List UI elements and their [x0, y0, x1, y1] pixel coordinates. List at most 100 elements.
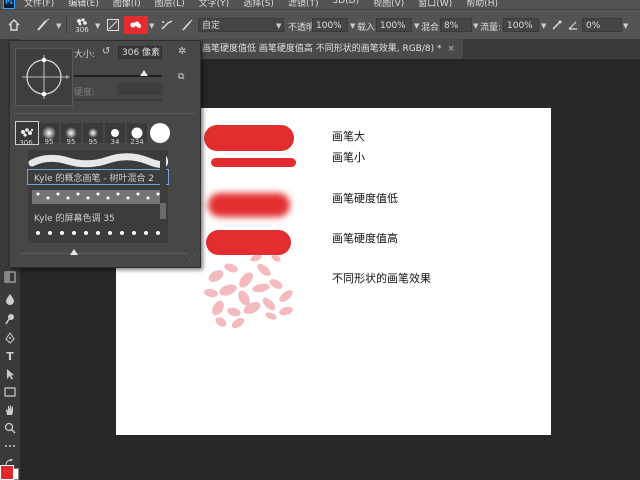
menu-type[interactable]: 文字(Y): [199, 0, 230, 9]
new-preset-icon[interactable]: ⧉: [178, 72, 184, 82]
brush-stroke-preview-2[interactable]: [28, 186, 168, 208]
resize-handle-icon[interactable]: ⋰: [188, 253, 196, 262]
load-label: 载入:: [357, 23, 379, 33]
small-brush-stroke: [211, 158, 296, 167]
preset-size: 306: [19, 139, 33, 147]
dodge-tool-icon[interactable]: [2, 311, 18, 327]
brush-list: Kyle 的概念画笔 - 树叶混合 2 Kyle 的屏幕色调 35: [27, 150, 169, 243]
size-slider-thumb[interactable]: [140, 70, 148, 76]
load-caret-icon[interactable]: ▼: [414, 22, 419, 30]
document-tab-bar: 画笔硬度值低 画笔硬度值高 不同形状的画笔效果, RGB/8) * ×: [200, 39, 640, 59]
menu-filter[interactable]: 滤镜(T): [288, 0, 319, 9]
brush-picker-button[interactable]: 306: [70, 15, 94, 35]
reset-size-icon[interactable]: ↺: [102, 46, 110, 57]
document-tab[interactable]: 画笔硬度值低 画笔硬度值高 不同形状的画笔效果, RGB/8) * ×: [200, 39, 464, 59]
preset-size: 234: [130, 138, 144, 146]
mix-mode-value: 自定: [202, 21, 221, 31]
scrollbar-thumb[interactable]: [160, 203, 166, 219]
angle-caret-icon[interactable]: ▼: [623, 22, 628, 30]
pen-tool-icon[interactable]: [2, 330, 18, 346]
flow-value: 100%: [507, 21, 533, 31]
brush-tool-icon[interactable]: [32, 15, 56, 35]
menu-help[interactable]: 帮助(H): [466, 0, 498, 9]
preset-size: 95: [44, 138, 54, 146]
brush-size-readout: 306: [75, 25, 89, 34]
list-item[interactable]: Kyle 的屏幕色调 35: [28, 210, 168, 224]
wetness-value: 100%: [316, 21, 342, 31]
brush-preset-icon: [77, 17, 87, 25]
wetness-field[interactable]: 100%: [312, 18, 348, 32]
airbrush-icon[interactable]: [158, 15, 176, 35]
gradient-tool-icon[interactable]: [2, 269, 18, 285]
leaf-brush-scatter: [204, 254, 293, 329]
label-hardness-high: 画笔硬度值高: [332, 232, 398, 245]
rectangle-tool-icon[interactable]: [2, 384, 18, 400]
brush-item-label: Kyle 的概念画笔 - 树叶混合 2: [34, 174, 155, 184]
preset-hard-round-large[interactable]: [149, 122, 171, 144]
hard-round-brush-icon: [150, 123, 170, 143]
hardness-field[interactable]: [118, 83, 162, 95]
path-selection-tool-icon[interactable]: [2, 366, 18, 382]
size-label: 大小:: [74, 50, 96, 60]
close-icon[interactable]: ×: [447, 44, 455, 54]
brush-list-scrollbar[interactable]: [160, 151, 166, 243]
leaf-brush-icon: [130, 21, 141, 28]
tool-preset-caret-icon[interactable]: ▼: [56, 22, 61, 30]
hard-brush-stroke: [206, 230, 291, 255]
menu-window[interactable]: 窗口(W): [418, 0, 452, 9]
mix-label: 混合:: [421, 23, 443, 33]
hand-tool-icon[interactable]: [2, 402, 18, 418]
brush-stroke-preview[interactable]: [28, 153, 169, 169]
brush-tip-swatch-button[interactable]: [124, 16, 148, 34]
angle-icon[interactable]: [566, 15, 580, 35]
blur-tool-icon[interactable]: [2, 291, 18, 307]
load-field[interactable]: 100%: [376, 18, 412, 32]
brush-item-label: Kyle 的屏幕色调 35: [34, 214, 115, 224]
more-tools-icon[interactable]: [2, 438, 18, 454]
angle-field[interactable]: 0%: [582, 18, 622, 32]
hardness-slider-track[interactable]: [74, 99, 162, 101]
label-shape-effect: 不同形状的画笔效果: [332, 272, 431, 285]
load-value: 100%: [380, 21, 406, 31]
brush-tip-caret-icon[interactable]: ▼: [149, 22, 154, 30]
label-hardness-low: 画笔硬度值低: [332, 192, 398, 205]
options-bar: ▼ 306 ▼ ▼ 自定 ▼ 不透明度: 100% ▼ 载入: 100% ▼ 混…: [0, 9, 640, 40]
leaf-brush-icon: [21, 128, 34, 137]
type-tool-icon[interactable]: T: [2, 348, 18, 364]
preview-size-slider-track[interactable]: [20, 253, 188, 254]
gear-icon[interactable]: ✲: [178, 46, 186, 57]
menu-3d[interactable]: 3D(D): [332, 0, 359, 9]
home-icon[interactable]: [4, 15, 24, 35]
brush-stroke-preview-3[interactable]: [28, 226, 168, 240]
wetness-caret-icon[interactable]: ▼: [350, 22, 355, 30]
mix-mode-caret-icon: ▼: [276, 22, 282, 30]
menu-image[interactable]: 图像(I): [113, 0, 141, 9]
hardness-label: 硬度:: [74, 88, 96, 98]
mixer-brush-icon[interactable]: [178, 15, 196, 35]
zoom-tool-icon[interactable]: [2, 420, 18, 436]
size-slider-track[interactable]: [74, 75, 162, 77]
mix-field[interactable]: 8%: [440, 18, 472, 32]
size-field[interactable]: 306 像素: [118, 46, 162, 59]
mix-mode-select[interactable]: 自定: [198, 18, 284, 32]
menu-file[interactable]: 文件(F): [24, 0, 54, 9]
divider: [14, 113, 196, 114]
preview-size-slider-thumb[interactable]: [70, 249, 78, 255]
brush-settings-toggle-icon[interactable]: [104, 15, 122, 35]
flow-field[interactable]: 100%: [503, 18, 539, 32]
flow-label: 流量:: [480, 23, 502, 33]
angle-value: 0%: [586, 21, 601, 31]
menu-layer[interactable]: 图层(L): [155, 0, 185, 9]
brush-tip-preview[interactable]: [15, 48, 73, 106]
list-item-selected[interactable]: Kyle 的概念画笔 - 树叶混合 2: [27, 169, 169, 185]
brush-picker-caret-icon[interactable]: ▼: [95, 22, 100, 30]
mix-caret-icon[interactable]: ▼: [473, 22, 478, 30]
menu-items: 文件(F) 编辑(E) 图像(I) 图层(L) 文字(Y) 选择(S) 滤镜(T…: [24, 0, 498, 9]
airbrush-toggle-icon[interactable]: [550, 15, 564, 35]
flow-caret-icon[interactable]: ▼: [541, 22, 546, 30]
menu-select[interactable]: 选择(S): [243, 0, 274, 9]
menu-edit[interactable]: 编辑(E): [68, 0, 99, 9]
brush-preset-picker: 大小: ↺ 306 像素 ✲ ⧉ 硬度: 306 95 95 95 34 234…: [9, 40, 201, 268]
label-brush-large: 画笔大: [332, 130, 365, 143]
menu-view[interactable]: 视图(V): [373, 0, 404, 9]
